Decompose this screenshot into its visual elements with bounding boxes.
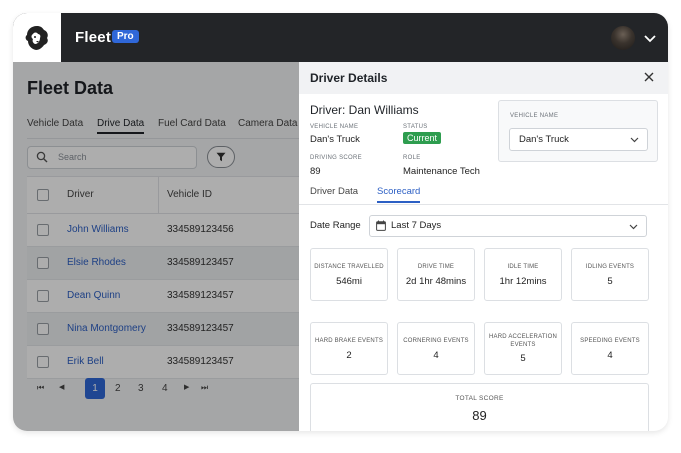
- metric-value: 1hr 12mins: [499, 276, 547, 287]
- metric-card: HARD ACCELERATION EVENTS 5: [484, 322, 562, 375]
- metric-card: DRIVE TIME 2d 1hr 48mins: [397, 248, 475, 301]
- metric-card: IDLE TIME 1hr 12mins: [484, 248, 562, 301]
- lion-logo-icon: [25, 25, 48, 50]
- total-score-label: TOTAL SCORE: [455, 395, 504, 402]
- metric-value: 5: [520, 353, 526, 364]
- metric-value: 4: [607, 350, 613, 361]
- metric-label: IDLING EVENTS: [585, 264, 635, 270]
- driving-score-value: 89: [310, 166, 321, 177]
- vehicle-select-value: Dan's Truck: [519, 134, 569, 145]
- tab-scorecard[interactable]: Scorecard: [377, 186, 421, 203]
- modal-overlay[interactable]: [13, 62, 299, 431]
- metric-card: SPEEDING EVENTS 4: [571, 322, 649, 375]
- tab-driver-data[interactable]: Driver Data: [310, 186, 358, 197]
- role-label: ROLE: [403, 155, 421, 161]
- metric-value: 2d 1hr 48mins: [405, 276, 467, 287]
- drawer-header: Driver Details: [299, 62, 668, 94]
- vehicle-select-card: VEHICLE NAME Dan's Truck: [498, 100, 658, 162]
- metric-label: HARD BRAKE EVENTS: [314, 338, 384, 344]
- driving-score-label: DRIVING SCORE: [310, 155, 362, 161]
- calendar-icon: [376, 220, 386, 231]
- metric-card: CORNERING EVENTS 4: [397, 322, 475, 375]
- metric-card: DISTANCE TRAVELLED 546mi: [310, 248, 388, 301]
- drawer-title: Driver Details: [310, 71, 388, 85]
- logo[interactable]: [13, 13, 61, 62]
- metric-value: 2: [346, 350, 352, 361]
- metric-value: 546mi: [336, 276, 362, 287]
- metric-label: DRIVE TIME: [417, 264, 455, 270]
- drawer-tabs-divider: [299, 204, 668, 205]
- driver-heading: Driver: Dan Williams: [310, 103, 419, 117]
- metric-label: CORNERING EVENTS: [403, 338, 469, 344]
- metric-value: 5: [607, 276, 613, 287]
- metric-label: DISTANCE TRAVELLED: [314, 264, 384, 270]
- vehicle-select-label: VEHICLE NAME: [510, 113, 559, 119]
- total-score-value: 89: [472, 408, 487, 423]
- metric-card: IDLING EVENTS 5: [571, 248, 649, 301]
- top-header: Fleet Pro: [13, 13, 668, 62]
- total-score-card: TOTAL SCORE 89: [310, 383, 649, 431]
- chevron-down-icon: [630, 137, 639, 143]
- metric-label: IDLE TIME: [507, 264, 539, 270]
- metric-label: SPEEDING EVENTS: [580, 338, 640, 344]
- close-icon[interactable]: [643, 71, 655, 83]
- metric-label: HARD ACCELERATION EVENTS: [489, 334, 557, 348]
- status-label: STATUS: [403, 124, 428, 130]
- app-window: Fleet Pro Fleet Data Vehicle Data Drive …: [13, 13, 668, 431]
- date-range-select[interactable]: Last 7 Days: [369, 215, 647, 237]
- driver-details-drawer: Driver Details Driver: Dan Williams VEHI…: [299, 62, 668, 431]
- vehicle-name-label: VEHICLE NAME: [310, 124, 359, 130]
- role-value: Maintenance Tech: [403, 166, 480, 177]
- metric-card: HARD BRAKE EVENTS 2: [310, 322, 388, 375]
- chevron-down-icon[interactable]: [643, 31, 657, 45]
- pro-badge: Pro: [112, 30, 139, 43]
- date-range-value: Last 7 Days: [391, 220, 442, 231]
- vehicle-name-value: Dan's Truck: [310, 134, 360, 145]
- chevron-down-icon: [629, 224, 638, 230]
- status-badge: Current: [403, 132, 442, 144]
- date-range-label: Date Range: [310, 220, 361, 231]
- brand-name: Fleet: [75, 29, 112, 46]
- user-avatar[interactable]: [611, 26, 635, 50]
- metric-value: 4: [433, 350, 439, 361]
- vehicle-name-select[interactable]: Dan's Truck: [509, 128, 648, 151]
